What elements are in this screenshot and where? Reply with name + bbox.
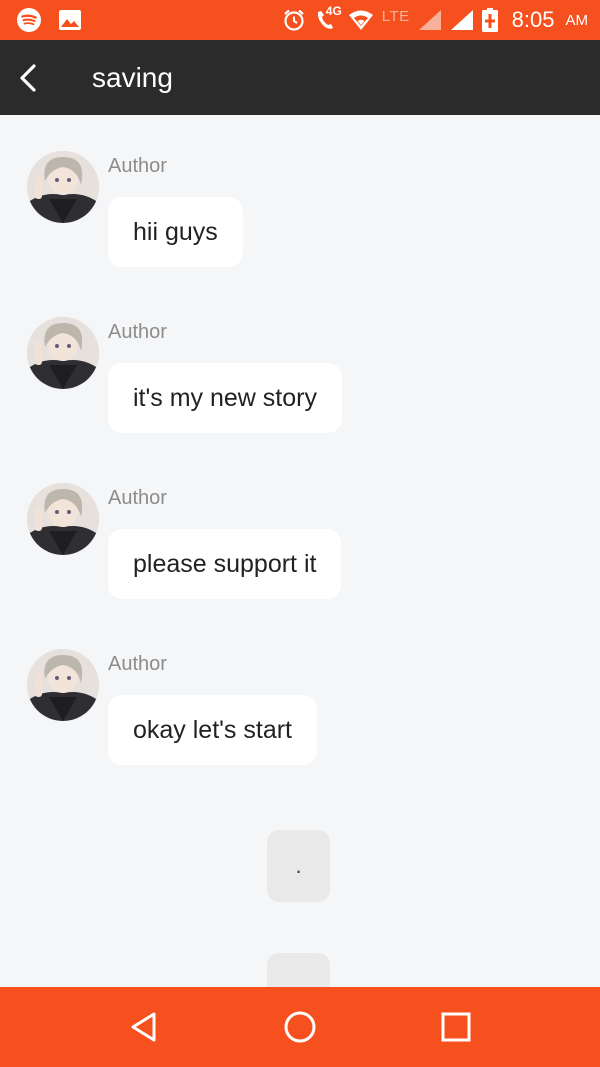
alarm-icon — [282, 8, 306, 32]
nav-recents-button[interactable] — [426, 997, 486, 1057]
message-bubble[interactable]: please support it — [108, 529, 342, 599]
toolbar: saving — [0, 40, 600, 115]
page-title: saving — [92, 61, 173, 93]
nav-home-button[interactable] — [270, 997, 330, 1057]
chat-message: Author please support it — [0, 447, 600, 599]
avatar[interactable] — [27, 483, 99, 555]
message-bubble[interactable]: hii guys — [108, 197, 243, 267]
lte-label: LTE — [381, 7, 410, 25]
narration-bubble[interactable] — [267, 953, 330, 987]
clock-time: 8:05 — [511, 7, 555, 32]
chevron-left-icon — [20, 63, 36, 92]
recents-square-icon — [441, 1012, 471, 1042]
wifi-icon — [348, 9, 374, 31]
avatar[interactable] — [27, 151, 99, 223]
signal-icon — [418, 9, 442, 31]
message-author: Author — [108, 487, 167, 509]
spotify-icon — [16, 7, 42, 33]
avatar[interactable] — [27, 649, 99, 721]
narration-bubble[interactable]: . — [267, 830, 330, 902]
status-bar: 4G LTE 8:05 AM — [0, 0, 600, 40]
chat-list[interactable]: Author hii guys Author it's my new story… — [0, 115, 600, 987]
nav-back-button[interactable] — [114, 997, 174, 1057]
system-nav-bar — [0, 987, 600, 1067]
image-icon — [58, 9, 82, 31]
network-type-label: 4G — [325, 4, 342, 18]
message-author: Author — [108, 155, 167, 177]
signal-icon — [450, 9, 474, 31]
clock-ampm: AM — [565, 11, 589, 29]
avatar[interactable] — [27, 317, 99, 389]
back-button[interactable] — [0, 40, 56, 115]
chat-message: Author hii guys — [0, 115, 600, 267]
back-triangle-icon — [131, 1012, 156, 1042]
message-author: Author — [108, 653, 167, 675]
chat-message: Author it's my new story — [0, 281, 600, 433]
message-bubble[interactable]: it's my new story — [108, 363, 342, 433]
message-bubble[interactable]: okay let's start — [108, 695, 317, 765]
message-author: Author — [108, 321, 167, 343]
chat-message: Author okay let's start — [0, 613, 600, 765]
home-circle-icon — [284, 1011, 316, 1043]
volte-call-icon: 4G — [314, 4, 342, 32]
battery-charging-icon — [481, 8, 498, 32]
